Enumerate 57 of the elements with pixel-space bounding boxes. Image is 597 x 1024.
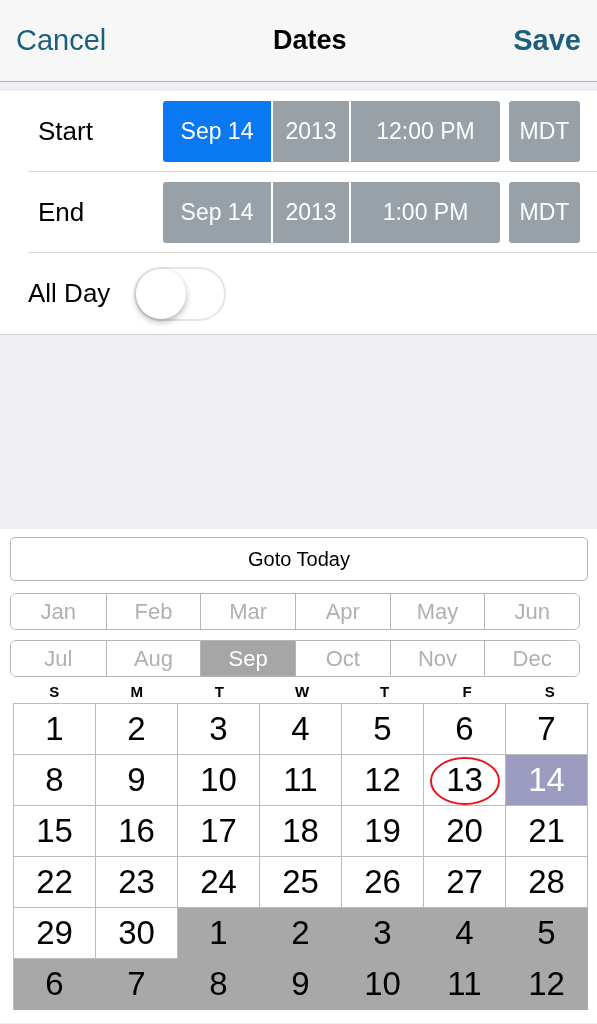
day-cell[interactable]: 1 [178, 908, 260, 959]
day-cell[interactable]: 10 [178, 755, 260, 806]
day-cell[interactable]: 22 [14, 857, 96, 908]
day-cell[interactable]: 3 [178, 704, 260, 755]
day-cell[interactable]: 7 [96, 959, 178, 1010]
row-label: Start [37, 115, 94, 147]
day-cell[interactable]: 15 [14, 806, 96, 857]
day-cell[interactable]: 11 [260, 755, 342, 806]
day-cell[interactable]: 20 [424, 806, 506, 857]
day-cell[interactable]: 23 [96, 857, 178, 908]
day-cell[interactable]: 3 [342, 908, 424, 959]
day-cell[interactable]: 19 [342, 806, 424, 857]
date-segment[interactable]: Sep 14 [163, 100, 271, 162]
day-cell[interactable]: 21 [506, 806, 588, 857]
page-title: Dates [273, 25, 347, 56]
day-cell[interactable]: 17 [178, 806, 260, 857]
weekday-label: F [462, 683, 472, 700]
day-cell[interactable]: 1 [14, 704, 96, 755]
day-cell[interactable]: 10 [342, 959, 424, 1010]
weekday-label: S [49, 683, 60, 700]
day-cell[interactable]: 25 [260, 857, 342, 908]
day-cell[interactable]: 7 [506, 704, 588, 755]
day-cell[interactable]: 13 [424, 755, 506, 806]
day-cell[interactable]: 5 [506, 908, 588, 959]
day-cell[interactable]: 6 [424, 704, 506, 755]
day-cell[interactable]: 30 [96, 908, 178, 959]
weekday-label: T [379, 683, 390, 700]
day-cell[interactable]: 18 [260, 806, 342, 857]
day-cell[interactable]: 9 [96, 755, 178, 806]
goto-today-button[interactable]: Goto Today [10, 537, 588, 581]
day-cell[interactable]: 12 [506, 959, 588, 1010]
day-cell[interactable]: 16 [96, 806, 178, 857]
day-cell[interactable]: 5 [342, 704, 424, 755]
day-cell[interactable]: 28 [506, 857, 588, 908]
day-cell[interactable]: 4 [260, 704, 342, 755]
day-cell[interactable]: 4 [424, 908, 506, 959]
day-cell[interactable]: 9 [260, 959, 342, 1010]
weekday-label: W [294, 683, 310, 700]
day-cell[interactable]: 6 [14, 959, 96, 1010]
day-cell[interactable]: 8 [178, 959, 260, 1010]
save-button[interactable]: Save [513, 24, 581, 57]
day-cell[interactable]: 2 [260, 908, 342, 959]
day-cell[interactable]: 27 [424, 857, 506, 908]
day-cell[interactable]: 2 [96, 704, 178, 755]
all-day-label: All Day [28, 278, 111, 309]
weekday-label: M [130, 683, 144, 700]
weekday-label: S [544, 683, 555, 700]
row-label: End [37, 196, 86, 228]
weekday-label: T [214, 683, 224, 700]
day-cell[interactable]: 24 [178, 857, 260, 908]
all-day-switch[interactable] [134, 266, 227, 321]
day-cell[interactable]: 26 [342, 857, 424, 908]
day-cell[interactable]: 8 [14, 755, 96, 806]
day-cell[interactable]: 29 [14, 908, 96, 959]
cancel-button[interactable]: Cancel [16, 24, 107, 57]
day-cell[interactable]: 12 [342, 755, 424, 806]
day-cell[interactable]: 11 [424, 959, 506, 1010]
